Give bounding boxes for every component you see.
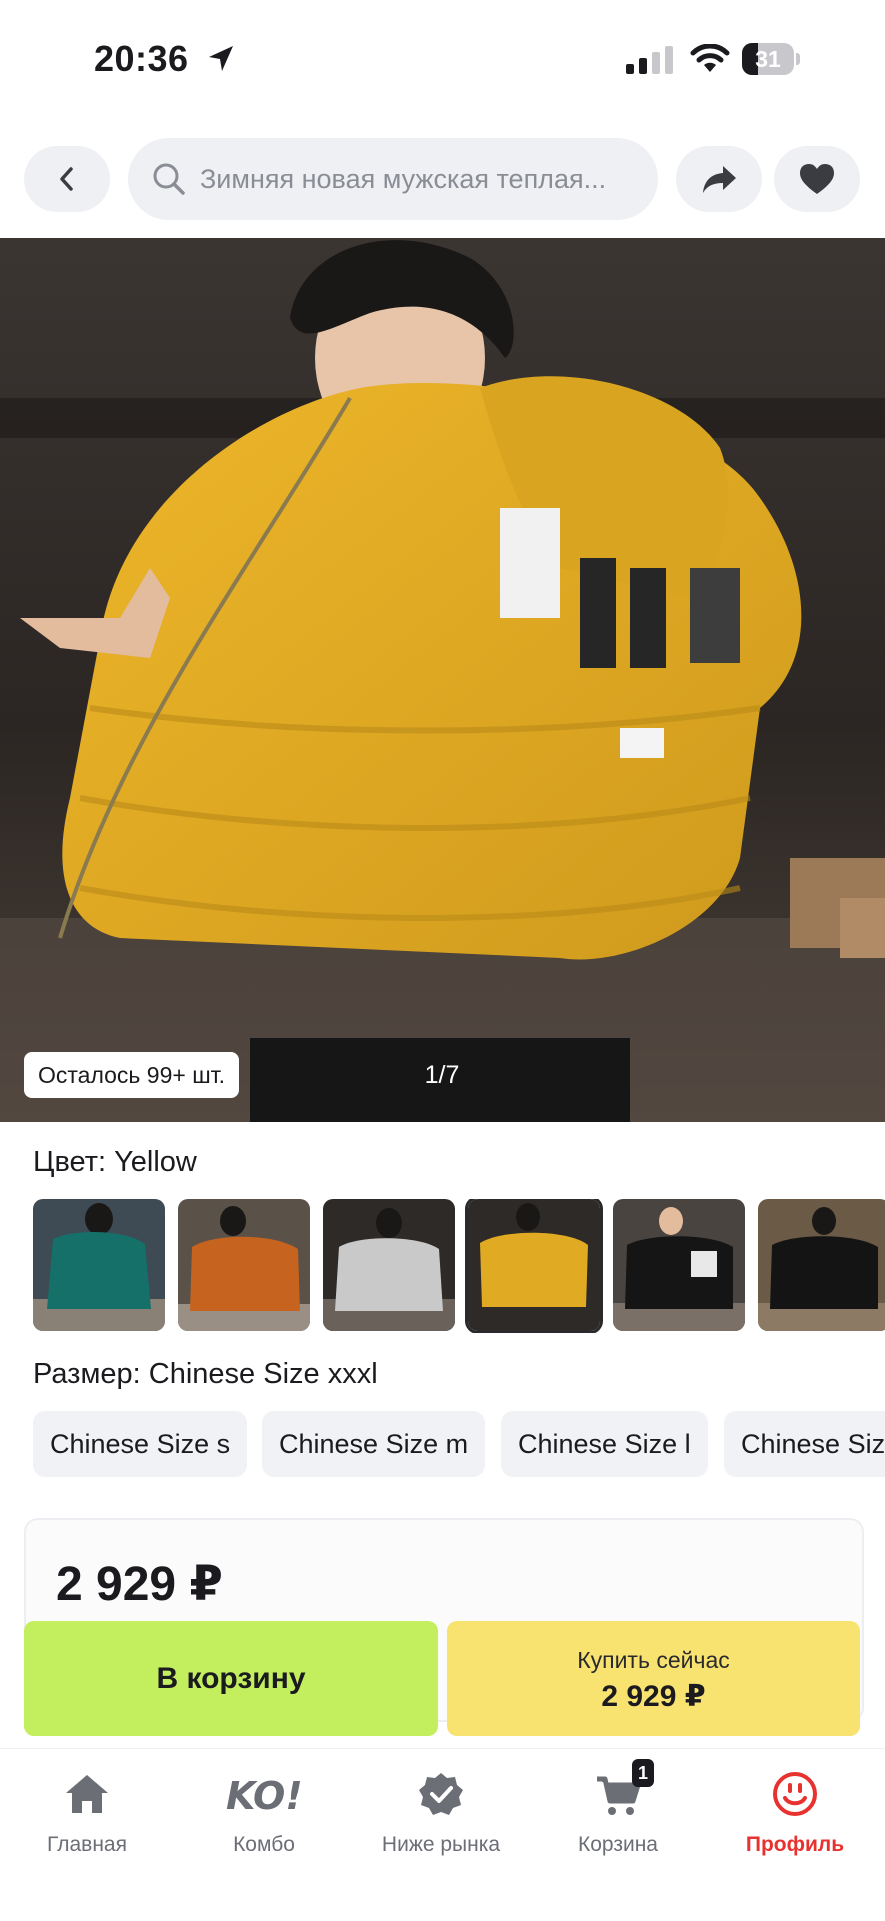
- stock-badge: Осталось 99+ шт.: [24, 1052, 240, 1098]
- nav-item-combo[interactable]: KO! Комбо: [179, 1769, 349, 1869]
- wifi-icon: [690, 44, 730, 72]
- size-label: Размер: Chinese Size xxxl: [33, 1358, 378, 1390]
- swatch-gray-image: [323, 1199, 455, 1331]
- buy-now-button[interactable]: Купить сейчас 2 929 ₽: [447, 1621, 860, 1736]
- ko-logo-icon: KO!: [226, 1774, 303, 1818]
- product-image[interactable]: [0, 238, 885, 1122]
- size-options: Chinese Size s Chinese Size m Chinese Si…: [33, 1411, 885, 1477]
- nav-item-home[interactable]: Главная: [2, 1769, 172, 1869]
- swatch-black-2[interactable]: [758, 1199, 885, 1331]
- color-swatches: [33, 1199, 885, 1333]
- cart-count-badge: 1: [632, 1759, 654, 1787]
- image-counter: 1/7: [424, 1061, 460, 1089]
- share-button[interactable]: [676, 146, 762, 212]
- swatch-black-image: [613, 1199, 745, 1331]
- svg-text:KO!: KO!: [226, 1774, 303, 1818]
- home-icon: [66, 1775, 108, 1813]
- add-to-cart-label: В корзину: [156, 1661, 306, 1695]
- share-icon: [703, 166, 736, 193]
- back-icon: [60, 167, 73, 191]
- swatch-yellow[interactable]: [465, 1199, 603, 1333]
- swatch-black[interactable]: [613, 1199, 745, 1331]
- location-arrow-icon: [209, 46, 233, 71]
- product-photo: [0, 238, 885, 1122]
- back-button[interactable]: [24, 146, 110, 212]
- status-time: 20:36: [94, 38, 189, 79]
- nav-label-combo: Комбо: [233, 1833, 295, 1856]
- badge-check-icon: [419, 1773, 463, 1815]
- size-option-xl[interactable]: Chinese Size xl: [724, 1411, 885, 1477]
- search-input[interactable]: Зимняя новая мужская теплая...: [128, 138, 658, 220]
- swatch-orange[interactable]: [178, 1199, 310, 1331]
- search-icon: [153, 163, 185, 195]
- nav-label-home: Главная: [47, 1833, 127, 1856]
- nav-label-profile: Профиль: [745, 1833, 845, 1856]
- add-to-cart-button[interactable]: В корзину: [24, 1621, 438, 1736]
- buy-now-label: Купить сейчас: [577, 1647, 730, 1673]
- bottom-nav: Главная KO! Комбо Ниже рынка Корзина Про…: [0, 1748, 885, 1921]
- nav-label-below-market: Ниже рынка: [381, 1833, 501, 1856]
- nav-item-below-market[interactable]: Ниже рынка: [356, 1769, 526, 1869]
- swatch-teal[interactable]: [33, 1199, 165, 1331]
- swatch-orange-image: [178, 1199, 310, 1331]
- swatch-black-2-image: [758, 1199, 885, 1331]
- signal-icon: [626, 46, 673, 74]
- swatch-gray[interactable]: [323, 1199, 455, 1331]
- size-option-l[interactable]: Chinese Size l: [501, 1411, 708, 1477]
- swatch-teal-image: [33, 1199, 165, 1331]
- nav-item-profile[interactable]: Профиль: [710, 1769, 880, 1869]
- battery-icon: 31: [742, 43, 800, 75]
- color-label: Цвет: Yellow: [33, 1146, 197, 1178]
- favorite-button[interactable]: [774, 146, 860, 212]
- size-option-m[interactable]: Chinese Size m: [262, 1411, 486, 1477]
- size-option-s[interactable]: Chinese Size s: [33, 1411, 248, 1477]
- nav-item-cart[interactable]: Корзина: [533, 1769, 703, 1869]
- search-text: Зимняя новая мужская теплая...: [200, 163, 607, 194]
- price: 2 929 ₽: [56, 1558, 223, 1611]
- nav-label-cart: Корзина: [578, 1833, 658, 1856]
- battery-level: 31: [755, 46, 781, 72]
- swatch-yellow-image: [468, 1199, 600, 1331]
- status-bar: 20:36 31: [0, 0, 885, 120]
- buy-now-price: 2 929 ₽: [601, 1680, 706, 1713]
- smile-icon: [773, 1772, 817, 1816]
- heart-icon: [800, 164, 834, 194]
